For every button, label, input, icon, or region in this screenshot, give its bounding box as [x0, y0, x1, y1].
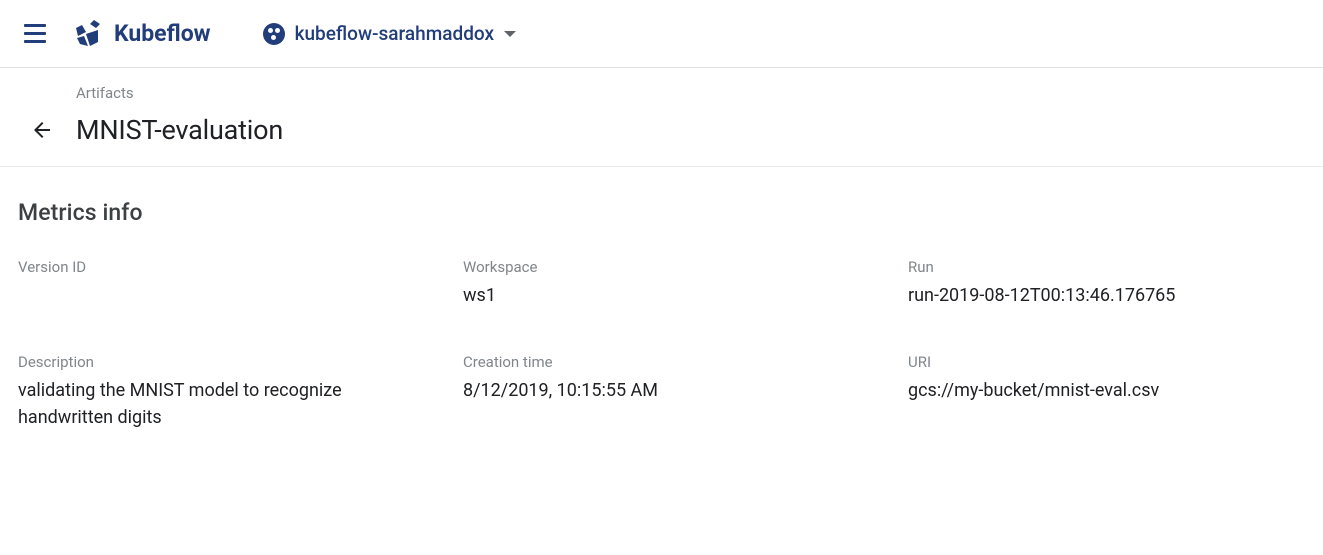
field-label: Run — [908, 258, 1305, 276]
namespace-name: kubeflow-sarahmaddox — [295, 22, 494, 45]
field-value: validating the MNIST model to recognize … — [18, 377, 463, 431]
field-label: URI — [908, 353, 1305, 371]
field-uri: URI gcs://my-bucket/mnist-eval.csv — [908, 353, 1305, 431]
field-value: 8/12/2019, 10:15:55 AM — [463, 377, 908, 404]
namespace-selector[interactable]: kubeflow-sarahmaddox — [263, 22, 516, 45]
breadcrumb-parent[interactable]: Artifacts — [76, 84, 1299, 102]
brand-name: Kubeflow — [114, 20, 211, 47]
top-bar: Kubeflow kubeflow-sarahmaddox — [0, 0, 1323, 68]
field-value: gcs://my-bucket/mnist-eval.csv — [908, 377, 1305, 404]
info-grid: Version ID Workspace ws1 Run run-2019-08… — [18, 258, 1305, 431]
breadcrumb-section: Artifacts MNIST-evaluation — [0, 68, 1323, 167]
field-value: run-2019-08-12T00:13:46.176765 — [908, 282, 1305, 309]
page-title: MNIST-evaluation — [76, 114, 283, 146]
section-heading: Metrics info — [18, 199, 1305, 226]
field-description: Description validating the MNIST model t… — [18, 353, 463, 431]
menu-button[interactable] — [24, 16, 48, 51]
field-value: ws1 — [463, 282, 908, 309]
kubeflow-logo-icon — [72, 18, 104, 50]
field-label: Description — [18, 353, 463, 371]
field-label: Workspace — [463, 258, 908, 276]
field-workspace: Workspace ws1 — [463, 258, 908, 309]
field-creation-time: Creation time 8/12/2019, 10:15:55 AM — [463, 353, 908, 431]
content-area: Metrics info Version ID Workspace ws1 Ru… — [0, 167, 1323, 463]
field-value — [18, 282, 463, 306]
field-run: Run run-2019-08-12T00:13:46.176765 — [908, 258, 1305, 309]
field-version-id: Version ID — [18, 258, 463, 309]
field-label: Version ID — [18, 258, 463, 276]
title-row: MNIST-evaluation — [76, 114, 1299, 146]
brand-link[interactable]: Kubeflow — [72, 18, 211, 50]
field-label: Creation time — [463, 353, 908, 371]
back-arrow-icon[interactable] — [24, 118, 60, 142]
chevron-down-icon — [504, 31, 516, 37]
namespace-icon — [263, 23, 285, 45]
